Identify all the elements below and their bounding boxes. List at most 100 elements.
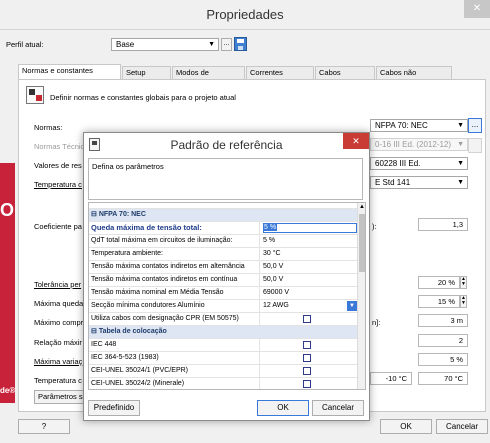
group-title: NFPA 70: NEC bbox=[98, 211, 146, 218]
chevron-down-icon[interactable]: ▼ bbox=[347, 301, 357, 311]
normas-tecnicas-value: 0-16 III Ed. (2012-12) bbox=[375, 140, 452, 149]
checkbox[interactable] bbox=[303, 367, 311, 375]
tab-setup[interactable]: Setup cálculo bbox=[122, 66, 171, 89]
temperatura-min-field[interactable]: -10 °C bbox=[370, 372, 412, 385]
checkbox[interactable] bbox=[303, 341, 311, 349]
chevron-down-icon: ▼ bbox=[457, 160, 464, 167]
save-icon[interactable] bbox=[234, 37, 247, 51]
valores-select-value: 60228 III Ed. bbox=[375, 159, 421, 168]
scroll-thumb[interactable] bbox=[359, 214, 365, 272]
normas-more-button[interactable]: ... bbox=[468, 118, 482, 133]
collapse-icon[interactable]: ⊟ bbox=[91, 211, 97, 218]
group-title: Tabela de colocação bbox=[98, 328, 167, 335]
table-row[interactable]: Secção mínima condutores Alumínio 12 AWG… bbox=[89, 300, 357, 313]
tab-correntes[interactable]: Correntes nominais bbox=[246, 66, 314, 89]
table-row[interactable]: Tensão máxima nominal em Média Tensão 69… bbox=[89, 287, 357, 300]
maxima-variacao-label: Máxima variaç bbox=[34, 357, 83, 366]
cancel-button[interactable]: Cancelar bbox=[436, 419, 488, 434]
scroll-up-arrow[interactable]: ▲ bbox=[358, 203, 365, 212]
coeficiente-field[interactable]: 1,3 bbox=[418, 218, 468, 231]
temperatura-select[interactable]: E Std 141 ▼ bbox=[370, 176, 468, 189]
row-value-select[interactable]: 12 AWG ▼ bbox=[260, 300, 357, 312]
row-value: 12 AWG bbox=[263, 302, 289, 309]
table-row[interactable]: CEI-UNEL 35024/2 (Minerale) bbox=[89, 378, 357, 389]
checkbox[interactable] bbox=[303, 380, 311, 388]
row-value-field[interactable]: 5 % bbox=[260, 222, 357, 234]
table-row[interactable]: Temperatura ambiente: 30 °C bbox=[89, 248, 357, 261]
help-button[interactable]: ? bbox=[18, 419, 70, 434]
normas-select[interactable]: NFPA 70: NEC ▼ bbox=[370, 119, 468, 132]
valores-select[interactable]: 60228 III Ed. ▼ bbox=[370, 157, 468, 170]
checkbox[interactable] bbox=[303, 315, 311, 323]
table-row[interactable]: Tensão máxima contatos indiretos em alte… bbox=[89, 261, 357, 274]
normas-tecnicas-more-button[interactable] bbox=[468, 138, 482, 153]
relacao-maxima-field[interactable]: 2 bbox=[418, 334, 468, 347]
chevron-down-icon: ▼ bbox=[208, 41, 215, 48]
description-box: Defina os parâmetros bbox=[88, 158, 363, 200]
row-name: IEC 364-5-523 (1983) bbox=[89, 352, 260, 364]
maxima-queda-field[interactable]: 15 % bbox=[418, 295, 460, 308]
dialog-cancel-button[interactable]: Cancelar bbox=[312, 400, 364, 416]
tolerancia-stepper[interactable]: ▲ ▼ bbox=[460, 276, 467, 289]
tab-cabos-paralelos[interactable]: Cabos paralelos bbox=[315, 66, 375, 89]
dialog-close-button[interactable]: ✕ bbox=[343, 133, 369, 149]
row-checkbox-cell bbox=[260, 339, 357, 351]
maxima-queda-stepper[interactable]: ▲ ▼ bbox=[460, 295, 467, 308]
row-name: CEI-UNEL 35024/2 (Minerale) bbox=[89, 378, 260, 389]
default-button[interactable]: Predefinido bbox=[88, 400, 140, 416]
group-nfpa[interactable]: ⊟ NFPA 70: NEC bbox=[89, 209, 357, 222]
row-value: 5 % bbox=[263, 237, 276, 244]
logo-fragment-bottom: de® bbox=[0, 386, 15, 395]
temperatura-max-field[interactable]: 70 °C bbox=[418, 372, 468, 385]
tab-cabos-nao-comerciais[interactable]: Cabos não comerciais bbox=[376, 66, 452, 89]
table-row[interactable]: Queda máxima de tensão total: 5 % bbox=[89, 222, 357, 235]
grid-scrollbar[interactable]: ▲ bbox=[357, 203, 365, 389]
row-checkbox-cell bbox=[260, 378, 357, 389]
profile-select-value: Base bbox=[116, 40, 135, 49]
row-checkbox-cell bbox=[260, 352, 357, 364]
reference-standard-dialog: Padrão de referência ✕ Defina os parâmet… bbox=[83, 132, 370, 421]
normas-tecnicas-label: Normas Técnica bbox=[34, 142, 89, 151]
temperatura2-label: Temperatura c bbox=[34, 376, 82, 385]
tab-normas[interactable]: Normas e constantes globais bbox=[18, 64, 121, 87]
valores-label: Valores de res bbox=[34, 161, 82, 170]
value-editor-outline bbox=[263, 223, 357, 233]
tab-modos[interactable]: Modos de operação bbox=[172, 66, 245, 89]
table-row[interactable]: CEI-UNEL 35024/1 (PVC/EPR) bbox=[89, 365, 357, 378]
parameters-grid: ⊟ NFPA 70: NEC Queda máxima de tensão to… bbox=[88, 202, 366, 390]
window-close-button[interactable]: ✕ bbox=[464, 0, 490, 18]
temperatura-select-value: E Std 141 bbox=[375, 178, 411, 187]
coeficiente-colon: ): bbox=[372, 222, 377, 231]
checkbox[interactable] bbox=[303, 354, 311, 362]
row-name: Tensão máxima contatos indiretos em cont… bbox=[89, 274, 260, 286]
row-checkbox-cell bbox=[260, 365, 357, 377]
relacao-maxima-label: Relação máxir bbox=[34, 338, 82, 347]
maximo-comprimento-label: Máximo compr bbox=[34, 318, 84, 327]
profile-more-button[interactable]: ... bbox=[221, 38, 232, 51]
table-row[interactable]: Utiliza cabos com designação CPR (EM 505… bbox=[89, 313, 357, 326]
normas-tecnicas-select[interactable]: 0-16 III Ed. (2012-12) ▼ bbox=[370, 138, 468, 151]
row-checkbox-cell bbox=[260, 313, 357, 325]
row-name: Temperatura ambiente: bbox=[89, 248, 260, 260]
row-name: QdT total máxima em circuitos de ilumina… bbox=[89, 235, 260, 247]
maximo-comprimento-field[interactable]: 3 m bbox=[418, 314, 468, 327]
maxima-variacao-field[interactable]: 5 % bbox=[418, 353, 468, 366]
row-value: 30 °C bbox=[263, 250, 281, 257]
collapse-icon[interactable]: ⊟ bbox=[91, 328, 97, 335]
chevron-down-icon: ▼ bbox=[457, 141, 464, 148]
normas-label: Normas: bbox=[34, 123, 63, 132]
row-name: Utiliza cabos com designação CPR (EM 505… bbox=[89, 313, 260, 325]
table-row[interactable]: IEC 448 bbox=[89, 339, 357, 352]
ok-button[interactable]: OK bbox=[380, 419, 432, 434]
profile-select[interactable]: Base ▼ bbox=[111, 38, 219, 51]
table-row[interactable]: Tensão máxima contatos indiretos em cont… bbox=[89, 274, 357, 287]
tolerancia-field[interactable]: 20 % bbox=[418, 276, 460, 289]
tolerancia-label: Tolerância per bbox=[34, 280, 82, 289]
panel-header: Definir normas e constantes globais para… bbox=[50, 93, 236, 102]
group-colocacao[interactable]: ⊟ Tabela de colocação bbox=[89, 326, 357, 339]
row-name: IEC 448 bbox=[89, 339, 260, 351]
table-row[interactable]: QdT total máxima em circuitos de ilumina… bbox=[89, 235, 357, 248]
table-row[interactable]: IEC 364-5-523 (1983) bbox=[89, 352, 357, 365]
dialog-title: Padrão de referência bbox=[84, 133, 369, 157]
dialog-ok-button[interactable]: OK bbox=[257, 400, 309, 416]
